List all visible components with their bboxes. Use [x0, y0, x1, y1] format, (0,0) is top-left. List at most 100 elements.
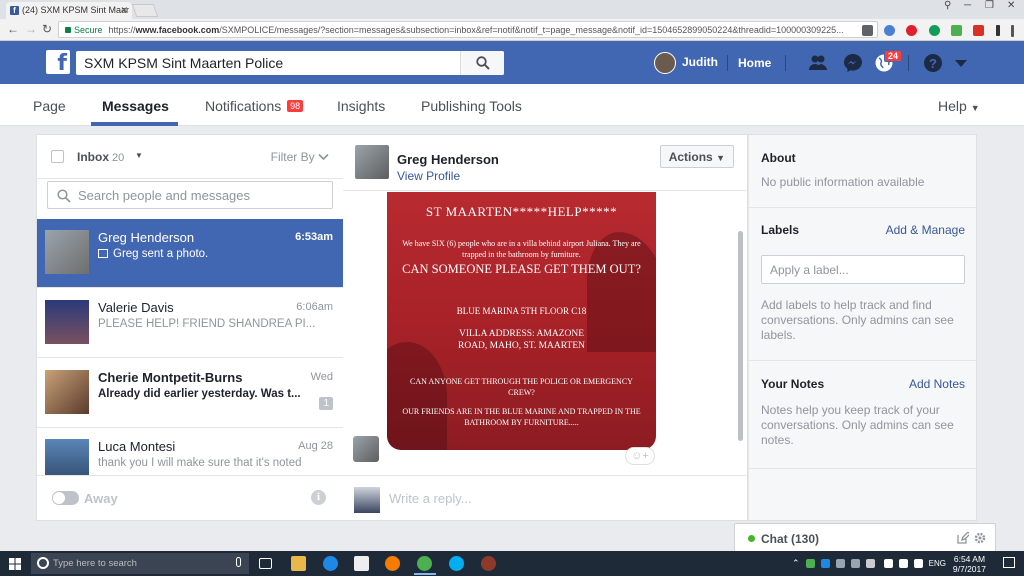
language-indicator[interactable]: ENG — [929, 559, 946, 568]
inbox-caret-icon[interactable]: ▼ — [135, 151, 143, 160]
tray-app-icon[interactable] — [806, 559, 815, 568]
avatar — [45, 439, 89, 475]
tab-page[interactable]: Page — [33, 98, 66, 114]
info-icon[interactable]: i — [311, 490, 326, 505]
windows-taskbar: Type here to search ⌃ ENG 6:54 AM 9/7/20… — [0, 551, 1024, 576]
menu-kebab-icon[interactable] — [1011, 24, 1014, 37]
conversation-name: Cherie Montpetit-Burns — [98, 370, 243, 385]
labels-title: Labels — [761, 223, 800, 237]
volume-icon[interactable] — [914, 559, 923, 568]
labels-help-text: Add labels to help track and find conver… — [761, 298, 954, 342]
microphone-icon[interactable] — [236, 557, 241, 567]
compose-icon[interactable] — [957, 532, 969, 544]
red-extension-icon[interactable] — [973, 25, 985, 37]
sender-avatar[interactable] — [353, 436, 379, 462]
photo-text-title: ST MAARTEN*****HELP***** — [425, 204, 618, 219]
close-tab-icon[interactable]: ✕ — [120, 5, 128, 16]
battery-icon[interactable] — [899, 559, 908, 568]
restore-window-icon[interactable]: ❐ — [985, 0, 994, 11]
dark-extension-icon[interactable] — [995, 25, 1000, 37]
add-notes-link[interactable]: Add Notes — [909, 377, 965, 391]
reload-icon[interactable]: ↻ — [42, 22, 52, 36]
away-status-row: Away i — [37, 475, 343, 520]
avatar[interactable] — [355, 145, 389, 179]
task-view-icon[interactable] — [259, 558, 272, 569]
messenger-icon[interactable] — [843, 53, 863, 73]
minimize-window-icon[interactable]: ─ — [964, 0, 971, 11]
conversation-time: 6:53am — [295, 231, 333, 243]
opera-extension-icon[interactable] — [906, 25, 918, 37]
new-tab-button[interactable] — [131, 4, 159, 17]
browser-tab[interactable]: f (24) SXM KPSM Sint Maar ✕ — [6, 2, 132, 19]
home-link[interactable]: Home — [738, 56, 771, 70]
actions-button[interactable]: Actions ▼ — [659, 145, 734, 168]
tray-expand-icon[interactable]: ⌃ — [792, 558, 800, 569]
add-manage-labels-link[interactable]: Add & Manage — [886, 223, 965, 237]
add-reaction-icon[interactable]: ☺+ — [625, 447, 655, 465]
filter-by-dropdown[interactable]: Filter By — [271, 150, 329, 164]
firefox-icon[interactable] — [385, 556, 400, 571]
inbox-dropdown[interactable]: Inbox 20 — [77, 150, 124, 164]
facebook-search-input[interactable]: SXM KPSM Sint Maarten Police — [76, 51, 504, 75]
conversation-item[interactable]: Greg Henderson 6:53am Greg sent a photo. — [37, 219, 343, 288]
facebook-logo-icon[interactable]: f — [46, 50, 70, 76]
skype-icon[interactable] — [449, 556, 464, 571]
blue-extension-icon[interactable] — [883, 25, 895, 37]
shield-extension-icon[interactable] — [861, 25, 873, 37]
reply-input[interactable]: Write a reply... — [389, 491, 472, 506]
profile-link[interactable]: Judith — [654, 52, 718, 74]
taskbar-search-input[interactable]: Type here to search — [31, 553, 249, 574]
cortana-icon — [37, 557, 49, 569]
tab-publishing-tools[interactable]: Publishing Tools — [421, 98, 522, 114]
conversation-item[interactable]: Cherie Montpetit-Burns Wed Already did e… — [37, 359, 343, 428]
grid-extension-icon[interactable] — [950, 25, 962, 37]
back-icon[interactable]: ← — [7, 22, 19, 36]
tray-app-icon[interactable] — [836, 559, 845, 568]
friend-requests-icon[interactable] — [808, 53, 828, 73]
thread-scrollbar[interactable] — [738, 231, 743, 441]
app-icon[interactable] — [481, 556, 496, 571]
green-extension-icon[interactable] — [928, 25, 940, 37]
account-menu-caret-icon[interactable] — [955, 58, 967, 68]
view-profile-link[interactable]: View Profile — [397, 169, 460, 183]
wifi-icon[interactable] — [884, 559, 893, 568]
tray-app-icon[interactable] — [866, 559, 875, 568]
edge-icon[interactable] — [323, 556, 338, 571]
gear-icon[interactable] — [974, 532, 986, 544]
chat-sidebar-tab[interactable]: Chat (130) — [734, 523, 996, 551]
away-label: Away — [84, 491, 118, 506]
tab-insights[interactable]: Insights — [337, 98, 385, 114]
inbox-label: Inbox — [77, 150, 109, 164]
conversation-preview: thank you I will make sure that it's not… — [98, 457, 302, 469]
store-icon[interactable] — [354, 556, 369, 571]
select-all-checkbox[interactable] — [51, 150, 64, 163]
close-window-icon[interactable]: ✕ — [1007, 0, 1015, 11]
file-explorer-icon[interactable] — [291, 556, 306, 571]
chrome-icon[interactable] — [417, 556, 432, 571]
search-messages-input[interactable]: Search people and messages — [47, 181, 333, 209]
photo-text-line: OUR FRIENDS ARE IN THE BLUE MARINE AND T… — [402, 407, 641, 427]
cloud-icon[interactable] — [851, 559, 860, 568]
windows-start-icon[interactable] — [9, 558, 21, 570]
address-bar[interactable]: Secure https://www.facebook.com/SXMPOLICE… — [58, 21, 878, 38]
help-label: Help — [938, 98, 967, 114]
help-icon[interactable]: ? — [923, 53, 943, 73]
conversation-item[interactable]: Valerie Davis 6:06am PLEASE HELP! FRIEND… — [37, 289, 343, 358]
away-toggle[interactable] — [52, 491, 79, 505]
conversation-item[interactable]: Luca Montesi Aug 28 thank you I will mak… — [37, 428, 343, 475]
profile-icon[interactable]: ⚲ — [944, 0, 951, 11]
apply-label-input[interactable]: Apply a label... — [761, 255, 965, 284]
action-center-icon[interactable] — [1003, 557, 1015, 568]
tray-app-icon[interactable] — [821, 559, 830, 568]
search-icon — [476, 56, 490, 70]
forward-icon[interactable]: → — [25, 22, 37, 36]
search-button[interactable] — [460, 51, 504, 75]
thread-contact-name[interactable]: Greg Henderson — [397, 152, 499, 167]
avatar — [45, 230, 89, 274]
clock[interactable]: 6:54 AM 9/7/2017 — [953, 554, 986, 574]
help-dropdown[interactable]: Help ▼ — [938, 98, 980, 114]
tab-notifications[interactable]: Notifications 98 — [205, 98, 304, 114]
tab-messages[interactable]: Messages — [102, 98, 169, 114]
message-photo[interactable]: ST MAARTEN*****HELP***** We have SIX (6)… — [387, 192, 656, 450]
search-placeholder: Search people and messages — [78, 188, 251, 203]
